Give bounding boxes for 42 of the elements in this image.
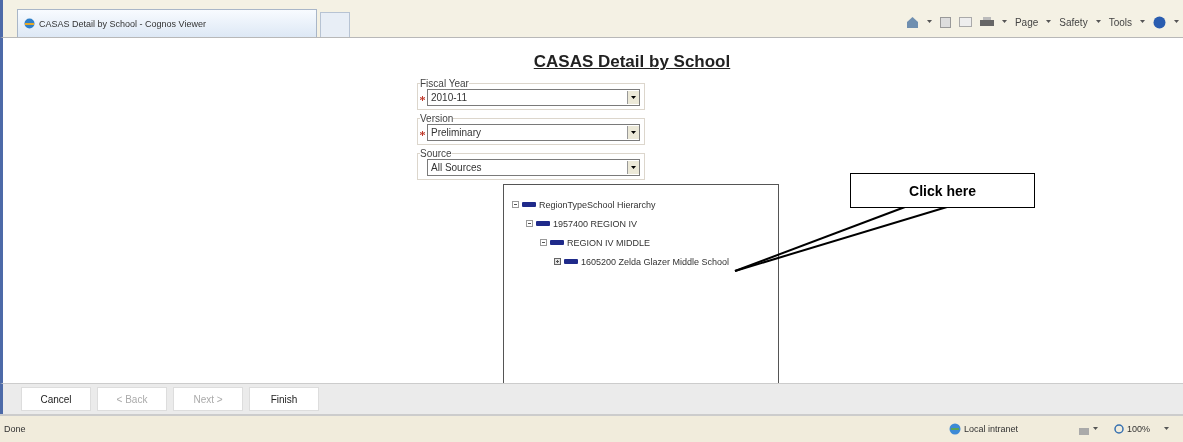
menu-item[interactable]: Tools <box>1108 16 1132 28</box>
caret-icon <box>1174 20 1179 24</box>
printer-icon[interactable] <box>979 16 994 28</box>
tree-item[interactable]: 1957400 REGION IV <box>553 218 638 229</box>
dropdown[interactable]: 2010-11 <box>427 89 640 106</box>
collapse-icon[interactable] <box>512 201 519 208</box>
wizard-button[interactable]: Finish <box>249 387 319 411</box>
dropdown[interactable]: Preliminary <box>427 124 640 141</box>
caret-icon <box>1092 427 1098 431</box>
wizard-button[interactable]: Cancel <box>21 387 91 411</box>
field-label: Source <box>420 148 452 159</box>
caret-icon <box>926 20 932 24</box>
field-label: Version <box>420 113 454 124</box>
status-text: Done <box>4 424 26 434</box>
menu-item[interactable]: Page <box>1014 16 1039 28</box>
browser-icon <box>24 18 35 29</box>
dimension-icon <box>550 240 564 245</box>
dropdown[interactable]: All Sources <box>427 159 640 176</box>
tree-item[interactable]: 1605200 Zelda Glazer Middle School <box>581 256 730 267</box>
callout: Click here <box>850 173 1035 208</box>
caret-icon <box>1046 20 1052 24</box>
caret-icon <box>1140 20 1145 24</box>
zoom-level[interactable]: 100% <box>1126 424 1150 434</box>
collapse-icon[interactable] <box>526 220 533 227</box>
tree-item[interactable]: RegionTypeSchool Hierarchy <box>539 199 656 210</box>
collapse-icon[interactable] <box>540 239 547 246</box>
caret-icon <box>1001 20 1007 24</box>
globe-icon <box>948 423 961 435</box>
home-icon[interactable] <box>905 16 919 28</box>
report-title: CASAS Detail by School <box>533 52 731 72</box>
caret-icon <box>1164 427 1169 431</box>
tree-item[interactable]: REGION IV MIDDLE <box>567 237 650 248</box>
dimension-icon <box>536 221 550 226</box>
zoom-icon[interactable] <box>1113 423 1125 435</box>
caret-icon <box>1095 20 1101 24</box>
security-zone: Local intranet <box>948 423 1079 435</box>
menu-item[interactable]: Safety <box>1059 16 1088 28</box>
dimension-icon <box>564 259 578 264</box>
browser-tab[interactable]: CASAS Detail by School - Cognos Viewer <box>17 9 317 37</box>
field-label: Fiscal Year <box>420 78 469 89</box>
expand-icon[interactable] <box>554 258 561 265</box>
dimension-icon <box>522 202 536 207</box>
